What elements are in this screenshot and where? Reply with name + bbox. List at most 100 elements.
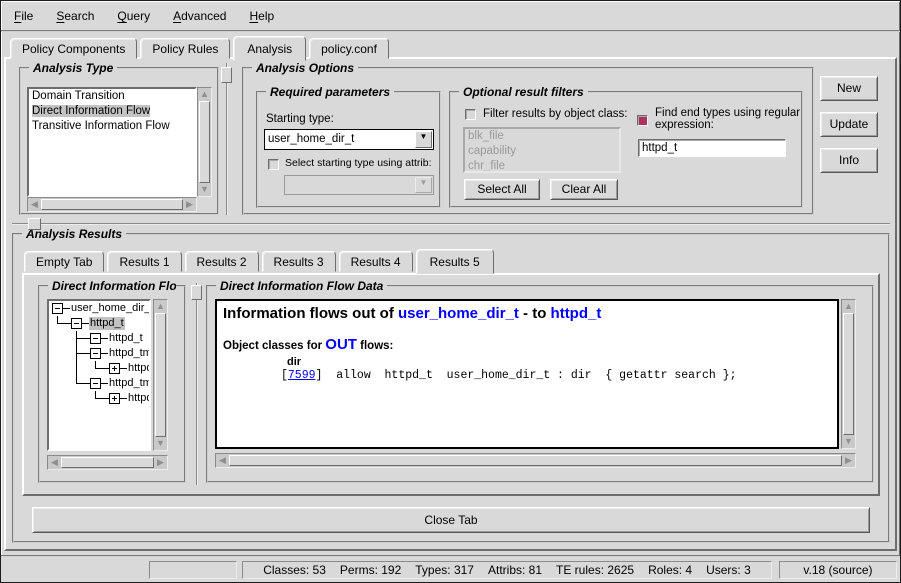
object-class-label: dir (223, 356, 831, 368)
chevron-down-icon[interactable]: ▼ (415, 131, 432, 148)
stat-te-rules: TE rules: 2625 (556, 562, 634, 578)
stat-classes: Classes: 53 (263, 562, 326, 578)
tree-node-label[interactable]: httpd_tmp_t (108, 347, 151, 360)
data-hscrollbar[interactable]: ◀ ▶ (215, 453, 856, 468)
stat-roles: Roles: 4 (648, 562, 692, 578)
menu-advanced[interactable]: Advanced (170, 8, 229, 24)
tree-branch-line (120, 398, 127, 399)
tree-node-label[interactable]: httpd_tmpfs_t (108, 377, 151, 390)
list-item-transitive-information-flow[interactable]: Transitive Information Flow (29, 119, 195, 134)
tree-node-label[interactable]: httpd_t (127, 362, 151, 375)
data-vscrollbar[interactable]: ▲ ▼ (841, 299, 856, 449)
analysis-type-listbox[interactable]: Domain TransitionDirect Information Flow… (27, 87, 197, 197)
analysis-type-vscrollbar[interactable]: ▲ ▼ (197, 87, 212, 197)
scroll-left-icon[interactable]: ◀ (216, 454, 229, 467)
regex-checkbox-label: Find end types using regular expression: (655, 107, 800, 131)
collapse-icon[interactable] (90, 378, 101, 389)
analysis-results-frame: Analysis Results Empty TabResults 1Resul… (12, 233, 890, 543)
tree-connector-line (76, 353, 90, 354)
scrollbar-thumb[interactable] (229, 455, 842, 466)
tab-policy-conf[interactable]: policy.conf (309, 38, 389, 59)
tree-node-label[interactable]: httpd_t (108, 332, 144, 345)
rule-number-link[interactable]: 7599 (288, 369, 316, 382)
scroll-right-icon[interactable]: ▶ (183, 198, 196, 211)
stat-attribs: Attribs: 81 (488, 562, 542, 578)
analysis-type-frame: Analysis Type Domain TransitionDirect In… (19, 67, 219, 215)
flow-subheading: Object classes for OUT flows: (223, 336, 831, 353)
filter-object-class-checkbox[interactable] (465, 109, 476, 120)
tree-node-label[interactable]: user_home_dir_t (70, 302, 151, 315)
regex-checkbox[interactable] (637, 115, 648, 126)
scrollbar-thumb[interactable] (41, 199, 183, 210)
tab-results-3[interactable]: Results 3 (262, 251, 336, 272)
object-class-blk-file: blk_file (465, 129, 619, 144)
tree-node-label[interactable]: httpd_t (127, 392, 151, 405)
new-button[interactable]: New (820, 76, 878, 101)
object-class-chr-file: chr_file (465, 159, 619, 173)
starting-type-combobox[interactable]: user_home_dir_t ▼ (264, 129, 434, 150)
tab-results-4[interactable]: Results 4 (339, 251, 413, 272)
menu-search[interactable]: Search (53, 8, 97, 24)
list-item-direct-information-flow[interactable]: Direct Information Flow (29, 104, 195, 119)
scrollbar-thumb[interactable] (199, 101, 210, 183)
tree-branch-line (101, 353, 108, 354)
scroll-right-icon[interactable]: ▶ (842, 454, 855, 467)
tree-connector-line (76, 383, 90, 384)
scroll-down-icon[interactable]: ▼ (154, 437, 167, 450)
scrollbar-thumb[interactable] (61, 457, 154, 468)
scroll-down-icon[interactable]: ▼ (842, 435, 855, 448)
analysis-options-title: Analysis Options (252, 61, 358, 75)
results-sash-handle[interactable] (191, 285, 202, 300)
status-empty-segment (149, 561, 237, 579)
tree-row: user_home_dir_t (49, 301, 149, 316)
results-notebook-content: Direct Information Flow T user_home_dir_… (22, 273, 880, 496)
attrib-combobox: ▼ (284, 175, 434, 195)
tab-empty-tab[interactable]: Empty Tab (24, 251, 104, 272)
collapse-icon[interactable] (71, 318, 82, 329)
tree-branch-line (101, 338, 108, 339)
scroll-left-icon[interactable]: ◀ (28, 198, 41, 211)
starting-type-label: Starting type: (266, 113, 334, 125)
regex-input[interactable] (638, 139, 786, 157)
tab-policy-components[interactable]: Policy Components (10, 38, 137, 59)
tab-results-5[interactable]: Results 5 (416, 249, 494, 274)
menu-query[interactable]: Query (114, 8, 153, 24)
scroll-up-icon[interactable]: ▲ (198, 88, 211, 101)
menu-file[interactable]: File (11, 8, 36, 24)
scrollbar-thumb[interactable] (843, 313, 854, 435)
menu-help[interactable]: Help (246, 8, 277, 24)
collapse-icon[interactable] (52, 303, 63, 314)
expand-icon[interactable] (109, 393, 120, 404)
pane-sash-handle[interactable] (221, 67, 232, 83)
scroll-right-icon[interactable]: ▶ (154, 456, 167, 469)
tab-policy-rules[interactable]: Policy Rules (140, 38, 230, 59)
info-button[interactable]: Info (820, 148, 878, 173)
select-all-button[interactable]: Select All (464, 179, 540, 200)
clear-all-button[interactable]: Clear All (550, 179, 618, 200)
attrib-checkbox[interactable] (268, 159, 279, 170)
tab-results-2[interactable]: Results 2 (185, 251, 259, 272)
expand-icon[interactable] (109, 363, 120, 374)
close-tab-button[interactable]: Close Tab (32, 507, 870, 533)
scroll-up-icon[interactable]: ▲ (154, 300, 167, 313)
list-item-domain-transition[interactable]: Domain Transition (29, 89, 195, 104)
tree-vscrollbar[interactable]: ▲ ▼ (153, 299, 168, 451)
scroll-down-icon[interactable]: ▼ (198, 183, 211, 196)
analysis-type-hscrollbar[interactable]: ◀ ▶ (27, 197, 197, 212)
collapse-icon[interactable] (90, 348, 101, 359)
scrollbar-thumb[interactable] (155, 313, 166, 437)
flow-data-title: Direct Information Flow Data (216, 279, 387, 293)
results-sash-vertical (196, 283, 198, 485)
collapse-icon[interactable] (90, 333, 101, 344)
scroll-up-icon[interactable]: ▲ (842, 300, 855, 313)
scroll-left-icon[interactable]: ◀ (48, 456, 61, 469)
tab-results-1[interactable]: Results 1 (107, 251, 181, 272)
tab-analysis[interactable]: Analysis (233, 36, 306, 61)
pane-sash-handle[interactable] (28, 218, 41, 230)
required-parameters-frame: Required parameters Starting type: user_… (256, 91, 441, 208)
tree-node-label[interactable]: httpd_t (89, 317, 125, 330)
rule-line: [7599] allow httpd_t user_home_dir_t : d… (223, 369, 831, 382)
tree-hscrollbar[interactable]: ◀ ▶ (47, 455, 168, 470)
flow-tree[interactable]: user_home_dir_t httpd_t httpd_t httpd_tmp_t… (47, 299, 151, 451)
update-button[interactable]: Update (820, 112, 878, 137)
